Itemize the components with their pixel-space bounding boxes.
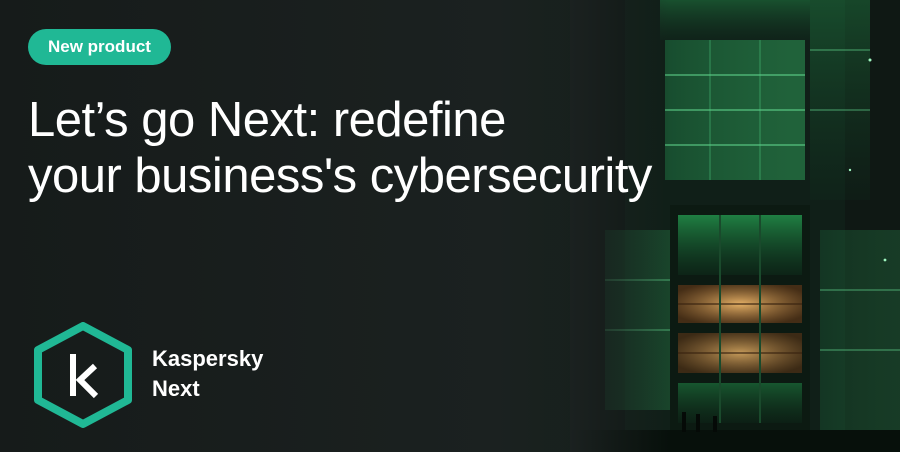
brand-name-line-1: Kaspersky	[152, 346, 264, 371]
headline-line-1: Let’s go Next: redefine	[28, 93, 506, 147]
headline-line-2: your business's cybersecurity	[28, 149, 652, 203]
kaspersky-k-hexagon-icon	[32, 322, 134, 428]
brand-name-line-2: Next	[152, 376, 200, 401]
headline: Let’s go Next: redefine your business's …	[28, 92, 808, 204]
brand-name: Kaspersky Next	[152, 344, 263, 404]
building-illustration	[570, 0, 900, 452]
promo-banner: New product Let’s go Next: redefine your…	[0, 0, 900, 452]
new-product-badge: New product	[28, 29, 171, 65]
